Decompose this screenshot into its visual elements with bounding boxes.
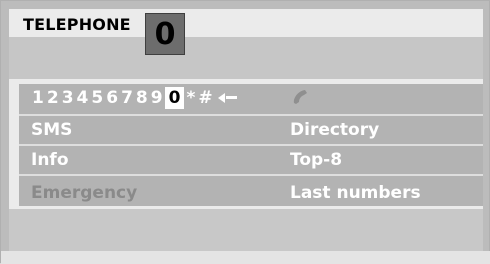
menu-item-emergency[interactable]: Emergency	[31, 182, 137, 204]
key-1[interactable]: 1	[31, 88, 45, 108]
phone-handset-icon[interactable]	[290, 86, 312, 108]
status-band	[9, 37, 483, 79]
key-2[interactable]: 2	[46, 88, 60, 108]
key-hash[interactable]: #	[197, 88, 213, 108]
key-3[interactable]: 3	[61, 88, 75, 108]
key-star[interactable]: *	[185, 88, 196, 108]
backspace-icon[interactable]	[217, 91, 240, 105]
row-divider	[19, 144, 483, 146]
row-divider	[19, 114, 483, 116]
row-divider	[19, 174, 483, 176]
menu-item-top-8[interactable]: Top-8	[290, 149, 342, 171]
keypad-row: 1 2 3 4 5 6 7 8 9 0 * #	[31, 87, 240, 109]
footer-band	[9, 209, 483, 251]
key-4[interactable]: 4	[76, 88, 90, 108]
menu-item-directory[interactable]: Directory	[290, 119, 379, 141]
title-bar: TELEPHONE	[9, 9, 483, 37]
dialed-digit-display: 0	[145, 13, 185, 55]
telephone-screen: TELEPHONE 0 1 2 3 4 5 6 7 8 9 0 * # SMS …	[0, 0, 490, 264]
page-title: TELEPHONE	[23, 15, 131, 34]
bottom-strip	[1, 251, 490, 264]
key-0[interactable]: 0	[164, 87, 185, 109]
key-8[interactable]: 8	[135, 88, 149, 108]
menu-item-last-numbers[interactable]: Last numbers	[290, 182, 421, 204]
menu-item-info[interactable]: Info	[31, 149, 69, 171]
menu-item-sms[interactable]: SMS	[31, 119, 72, 141]
key-9[interactable]: 9	[150, 88, 164, 108]
key-6[interactable]: 6	[105, 88, 119, 108]
key-5[interactable]: 5	[90, 88, 104, 108]
key-7[interactable]: 7	[120, 88, 134, 108]
